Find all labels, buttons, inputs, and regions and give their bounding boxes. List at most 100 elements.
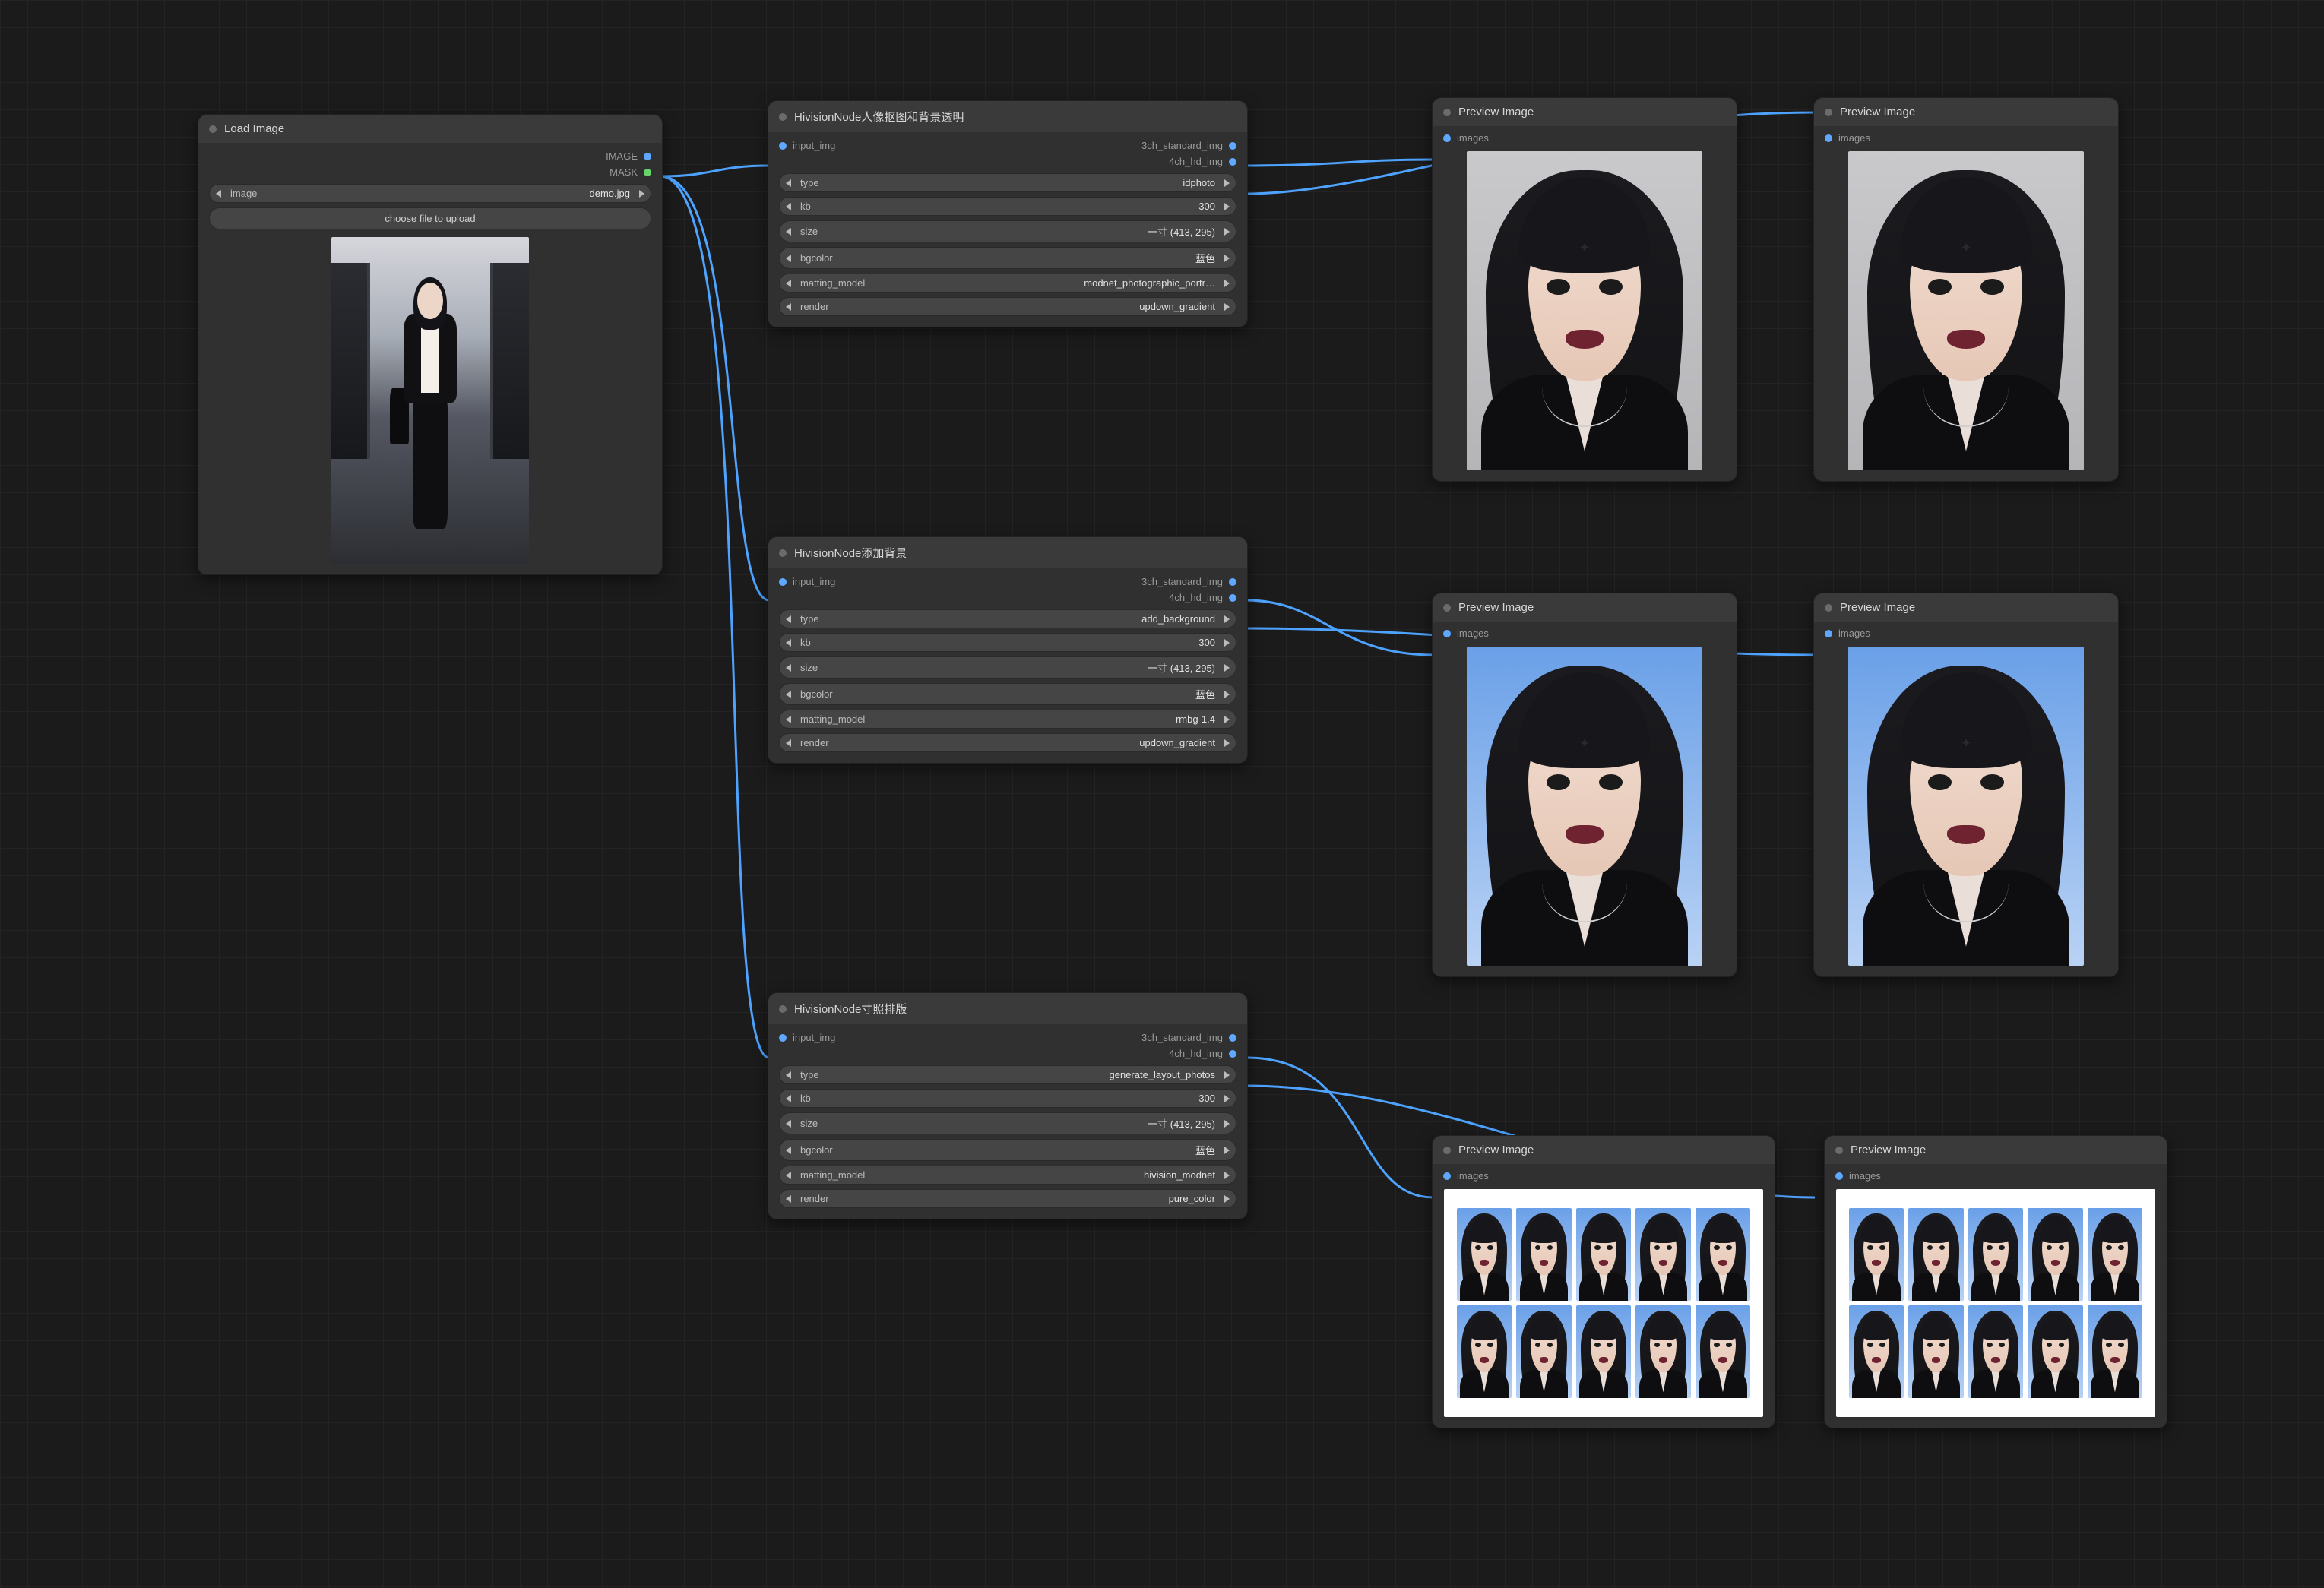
- input-port-images[interactable]: images: [1443, 132, 1726, 144]
- output-port-std[interactable]: 3ch_standard_img: [1141, 576, 1236, 587]
- chevron-right-icon[interactable]: [1224, 280, 1230, 287]
- preview-image[interactable]: ✦: [1467, 647, 1702, 966]
- node-header[interactable]: HivisionNode添加背景: [768, 537, 1247, 568]
- upload-button[interactable]: choose file to upload: [209, 207, 651, 229]
- node-preview-1a[interactable]: Preview Image images ✦: [1432, 97, 1737, 482]
- widget-matting_model[interactable]: matting_modelhivision_modnet: [779, 1166, 1236, 1185]
- collapse-dot-icon[interactable]: [1825, 604, 1832, 612]
- widget-type[interactable]: typeadd_background: [779, 609, 1236, 628]
- collapse-dot-icon[interactable]: [1443, 1147, 1451, 1154]
- collapse-dot-icon[interactable]: [1443, 604, 1451, 612]
- node-preview-3a[interactable]: Preview Image images: [1432, 1135, 1775, 1428]
- output-port-image[interactable]: IMAGE: [606, 150, 651, 162]
- node-header[interactable]: HivisionNode寸照排版: [768, 993, 1247, 1024]
- widget-matting_model[interactable]: matting_modelmodnet_photographic_portr…: [779, 274, 1236, 293]
- chevron-left-icon[interactable]: [786, 639, 791, 647]
- node-header[interactable]: Preview Image: [1433, 1136, 1775, 1164]
- widget-render[interactable]: renderupdown_gradient: [779, 733, 1236, 752]
- node-hivision-idphoto[interactable]: HivisionNode人像抠图和背景透明 input_img 3ch_stan…: [768, 100, 1248, 327]
- input-port-img[interactable]: input_img: [779, 1032, 835, 1043]
- node-preview-1b[interactable]: Preview Image images ✦: [1813, 97, 2119, 482]
- widget-size[interactable]: size一寸 (413, 295): [779, 656, 1236, 679]
- widget-render[interactable]: renderpure_color: [779, 1189, 1236, 1208]
- node-header[interactable]: Preview Image: [1825, 1136, 2167, 1164]
- chevron-left-icon[interactable]: [786, 716, 791, 723]
- chevron-right-icon[interactable]: [1224, 1071, 1230, 1079]
- widget-kb[interactable]: kb300: [779, 1089, 1236, 1108]
- chevron-right-icon[interactable]: [1224, 1147, 1230, 1154]
- chevron-right-icon[interactable]: [639, 190, 644, 198]
- input-port-images[interactable]: images: [1835, 1170, 2156, 1182]
- node-hivision-layout[interactable]: HivisionNode寸照排版 input_img 3ch_standard_…: [768, 992, 1248, 1219]
- chevron-left-icon[interactable]: [786, 1172, 791, 1179]
- chevron-left-icon[interactable]: [786, 691, 791, 698]
- collapse-dot-icon[interactable]: [209, 125, 217, 133]
- widget-type[interactable]: typeidphoto: [779, 173, 1236, 192]
- chevron-left-icon[interactable]: [786, 1095, 791, 1102]
- input-port-images[interactable]: images: [1825, 628, 2107, 639]
- widget-size[interactable]: size一寸 (413, 295): [779, 220, 1236, 242]
- chevron-left-icon[interactable]: [786, 615, 791, 623]
- chevron-right-icon[interactable]: [1224, 1120, 1230, 1128]
- node-header[interactable]: Preview Image: [1814, 98, 2118, 126]
- collapse-dot-icon[interactable]: [779, 113, 787, 121]
- preview-image[interactable]: [1836, 1189, 2155, 1417]
- source-image-preview[interactable]: [331, 237, 529, 564]
- input-port-img[interactable]: input_img: [779, 576, 835, 587]
- chevron-left-icon[interactable]: [786, 1195, 791, 1203]
- chevron-left-icon[interactable]: [216, 190, 221, 198]
- widget-render[interactable]: renderupdown_gradient: [779, 297, 1236, 316]
- widget-size[interactable]: size一寸 (413, 295): [779, 1112, 1236, 1134]
- widget-bgcolor[interactable]: bgcolor蓝色: [779, 247, 1236, 269]
- chevron-left-icon[interactable]: [786, 255, 791, 262]
- output-port-mask[interactable]: MASK: [609, 166, 651, 178]
- widget-bgcolor[interactable]: bgcolor蓝色: [779, 683, 1236, 705]
- chevron-left-icon[interactable]: [786, 1120, 791, 1128]
- widget-bgcolor[interactable]: bgcolor蓝色: [779, 1139, 1236, 1161]
- chevron-right-icon[interactable]: [1224, 639, 1230, 647]
- chevron-right-icon[interactable]: [1224, 1195, 1230, 1203]
- node-header[interactable]: Load Image: [198, 115, 662, 143]
- collapse-dot-icon[interactable]: [1835, 1147, 1843, 1154]
- node-preview-2a[interactable]: Preview Image images ✦: [1432, 593, 1737, 977]
- chevron-left-icon[interactable]: [786, 1147, 791, 1154]
- chevron-left-icon[interactable]: [786, 303, 791, 311]
- preview-image[interactable]: ✦: [1848, 647, 2084, 966]
- chevron-left-icon[interactable]: [786, 664, 791, 672]
- output-port-hd[interactable]: 4ch_hd_img: [1169, 156, 1236, 167]
- widget-matting_model[interactable]: matting_modelrmbg-1.4: [779, 710, 1236, 729]
- widget-kb[interactable]: kb300: [779, 633, 1236, 652]
- chevron-right-icon[interactable]: [1224, 716, 1230, 723]
- node-header[interactable]: HivisionNode人像抠图和背景透明: [768, 101, 1247, 132]
- chevron-right-icon[interactable]: [1224, 1095, 1230, 1102]
- chevron-right-icon[interactable]: [1224, 691, 1230, 698]
- chevron-right-icon[interactable]: [1224, 203, 1230, 210]
- collapse-dot-icon[interactable]: [1443, 109, 1451, 116]
- node-preview-3b[interactable]: Preview Image images: [1824, 1135, 2167, 1428]
- output-port-hd[interactable]: 4ch_hd_img: [1169, 1048, 1236, 1059]
- collapse-dot-icon[interactable]: [779, 549, 787, 557]
- chevron-right-icon[interactable]: [1224, 739, 1230, 747]
- node-header[interactable]: Preview Image: [1433, 98, 1737, 126]
- node-header[interactable]: Preview Image: [1433, 593, 1737, 622]
- preview-image[interactable]: ✦: [1467, 151, 1702, 470]
- collapse-dot-icon[interactable]: [779, 1005, 787, 1013]
- collapse-dot-icon[interactable]: [1825, 109, 1832, 116]
- widget-kb[interactable]: kb300: [779, 197, 1236, 216]
- chevron-left-icon[interactable]: [786, 179, 791, 187]
- chevron-right-icon[interactable]: [1224, 179, 1230, 187]
- chevron-right-icon[interactable]: [1224, 228, 1230, 236]
- node-hivision-addbg[interactable]: HivisionNode添加背景 input_img 3ch_standard_…: [768, 536, 1248, 764]
- chevron-right-icon[interactable]: [1224, 303, 1230, 311]
- output-port-std[interactable]: 3ch_standard_img: [1141, 140, 1236, 151]
- preview-image[interactable]: ✦: [1848, 151, 2084, 470]
- input-port-images[interactable]: images: [1825, 132, 2107, 144]
- chevron-left-icon[interactable]: [786, 228, 791, 236]
- node-preview-2b[interactable]: Preview Image images ✦: [1813, 593, 2119, 977]
- node-header[interactable]: Preview Image: [1814, 593, 2118, 622]
- node-load-image[interactable]: Load Image IMAGE MASK: [198, 114, 663, 575]
- chevron-left-icon[interactable]: [786, 203, 791, 210]
- chevron-right-icon[interactable]: [1224, 255, 1230, 262]
- chevron-left-icon[interactable]: [786, 1071, 791, 1079]
- chevron-left-icon[interactable]: [786, 280, 791, 287]
